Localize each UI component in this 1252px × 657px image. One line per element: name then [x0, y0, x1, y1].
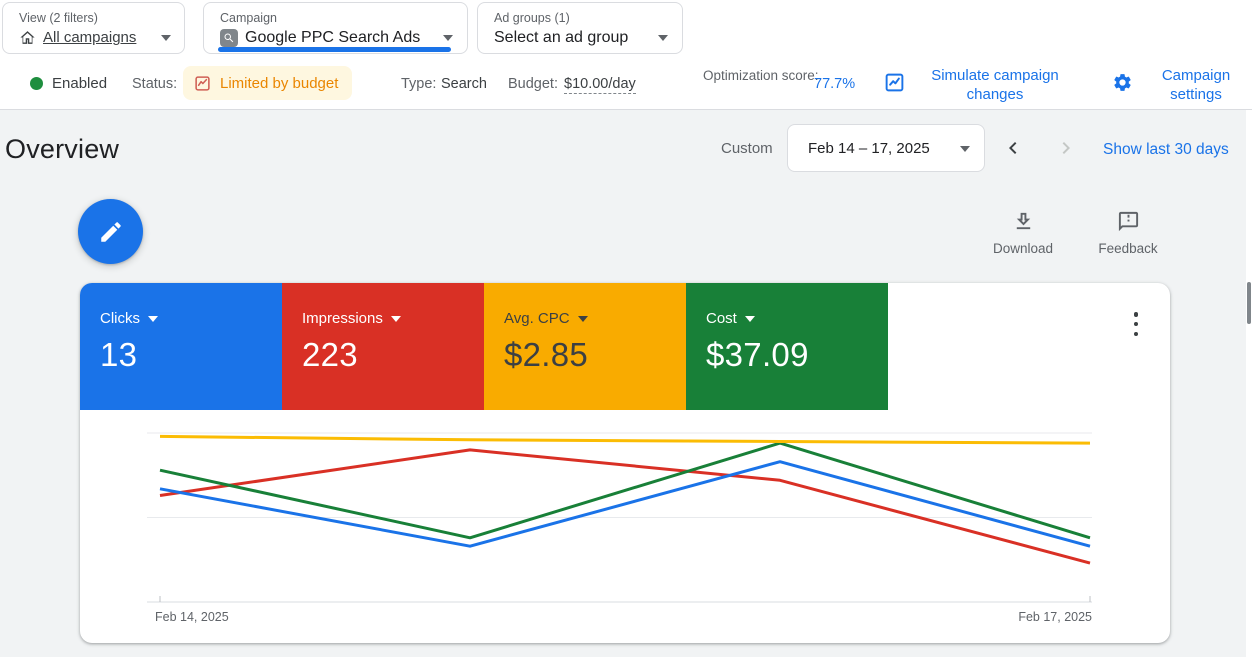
type-label: Type: [401, 76, 437, 92]
enabled-status-text: Enabled [52, 75, 108, 92]
home-icon [19, 29, 36, 46]
view-filter-dropdown[interactable]: View (2 filters) All campaigns [2, 2, 185, 54]
pencil-icon [98, 219, 124, 245]
header-bar: View (2 filters) All campaigns Campaign … [0, 0, 1252, 110]
caret-down-icon [577, 315, 588, 322]
campaign-status-enabled[interactable]: Enabled [30, 75, 107, 92]
campaign-active-underline [218, 47, 451, 52]
budget-warning-icon [194, 75, 211, 92]
metric-block-clicks[interactable]: Clicks 13 [80, 283, 282, 410]
simulate-campaign-changes-link[interactable]: Simulate campaign changes [920, 66, 1070, 104]
page-title: Overview [5, 134, 120, 164]
chevron-left-icon[interactable] [1001, 136, 1025, 160]
x-axis-label-end: Feb 17, 2025 [1018, 610, 1092, 624]
date-range-picker[interactable]: Feb 14 – 17, 2025 [787, 124, 985, 172]
enabled-status-dot-icon [30, 77, 43, 90]
metric-block-impressions[interactable]: Impressions 223 [282, 283, 484, 410]
campaign-dropdown[interactable]: Campaign Google PPC Search Ads [203, 2, 468, 54]
feedback-icon [1117, 211, 1140, 237]
download-button[interactable]: Download [978, 210, 1068, 256]
show-last-30-days-link[interactable]: Show last 30 days [1103, 140, 1229, 159]
optimization-score-label: Optimization score: [703, 68, 819, 83]
metric-value: 13 [100, 336, 138, 373]
ad-group-value: Select an ad group [494, 29, 629, 46]
caret-down-icon [443, 35, 453, 41]
date-range-type: Custom [721, 140, 773, 157]
ad-group-dropdown[interactable]: Ad groups (1) Select an ad group [477, 2, 683, 54]
campaign-settings-link[interactable]: Campaign settings [1148, 66, 1244, 104]
search-icon [220, 29, 238, 47]
overview-line-chart [147, 425, 1092, 610]
chart-line-cost [159, 441, 1091, 540]
google-ads-overview-page: View (2 filters) All campaigns Campaign … [0, 0, 1252, 657]
chart-line-impressions [159, 448, 1091, 565]
chevron-right-icon[interactable] [1054, 136, 1078, 160]
metric-label: Impressions [302, 310, 383, 327]
x-axis-label-start: Feb 14, 2025 [155, 610, 229, 624]
chart-line-avg-cpc [159, 434, 1091, 445]
caret-down-icon [744, 315, 755, 322]
view-filter-value: All campaigns [43, 29, 137, 46]
budget-value[interactable]: $10.00/day [564, 76, 636, 94]
metric-value: 223 [302, 336, 358, 373]
metric-value: $37.09 [706, 336, 809, 373]
download-icon [1012, 212, 1035, 237]
metric-block-cost[interactable]: Cost $37.09 [686, 283, 888, 410]
metric-label: Clicks [100, 310, 140, 327]
scrollbar-thumb[interactable] [1247, 282, 1251, 324]
caret-down-icon [658, 35, 668, 41]
metric-strip: Clicks 13 Impressions 223 Avg. CPC $2.85… [80, 283, 888, 410]
type-value: Search [441, 76, 487, 92]
gear-icon[interactable] [1112, 72, 1133, 98]
feedback-label: Feedback [1098, 241, 1158, 256]
optimization-score-value: 77.7% [814, 76, 856, 92]
kebab-menu-icon[interactable] [1126, 310, 1146, 338]
edit-fab-button[interactable] [78, 199, 143, 264]
overview-metrics-card: Clicks 13 Impressions 223 Avg. CPC $2.85… [80, 283, 1170, 643]
caret-down-icon [960, 146, 970, 152]
view-filter-label: View (2 filters) [19, 11, 98, 25]
budget-label: Budget: [508, 76, 558, 92]
feedback-button[interactable]: Feedback [1083, 210, 1173, 256]
ad-group-label: Ad groups (1) [494, 11, 570, 25]
campaign-status-row: Enabled Status: Limited by budget Type: … [0, 60, 1252, 108]
campaign-label: Campaign [220, 11, 277, 25]
caret-down-icon [390, 315, 401, 322]
limited-by-budget-badge[interactable]: Limited by budget [183, 66, 353, 100]
date-range-value: Feb 14 – 17, 2025 [808, 140, 930, 157]
metric-block-avg-cpc[interactable]: Avg. CPC $2.85 [484, 283, 686, 410]
caret-down-icon [148, 315, 158, 322]
simulate-icon [884, 72, 905, 98]
metric-label: Cost [706, 310, 737, 327]
caret-down-icon [161, 35, 171, 41]
status-label: Status: [132, 76, 178, 92]
metric-label: Avg. CPC [504, 310, 570, 327]
metric-value: $2.85 [504, 336, 589, 373]
status-badge-text: Limited by budget [220, 74, 339, 92]
campaign-value: Google PPC Search Ads [245, 29, 421, 46]
download-label: Download [992, 241, 1054, 256]
